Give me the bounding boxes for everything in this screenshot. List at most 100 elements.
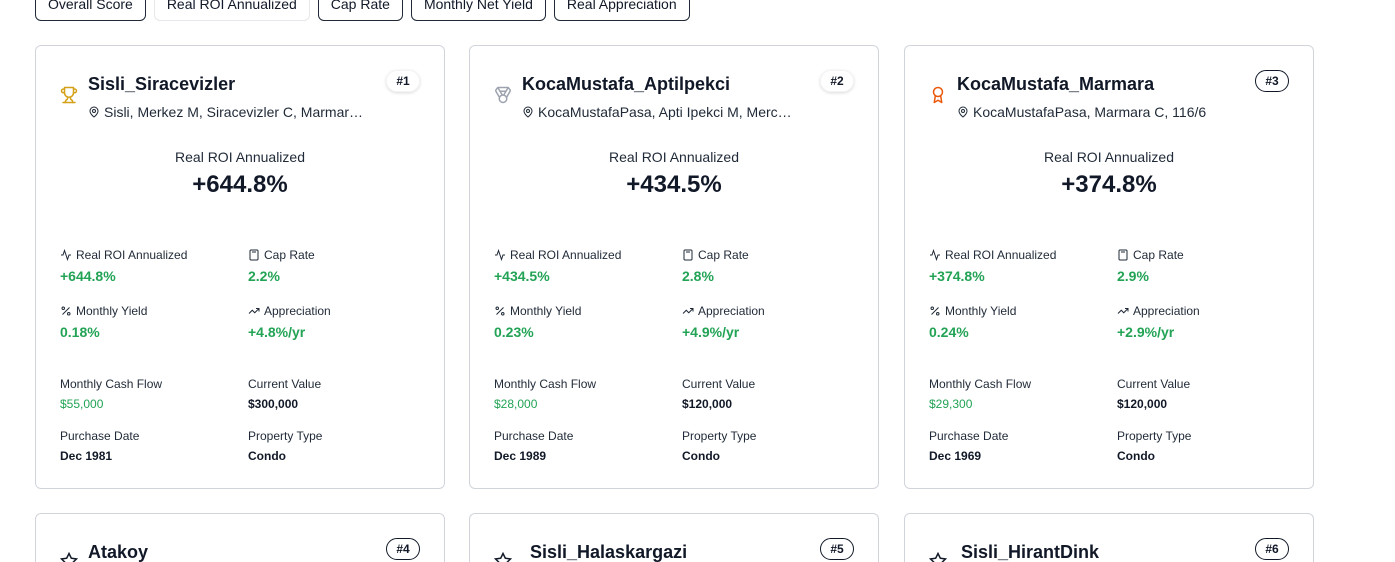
metric-cap-rate: Cap Rate 2.2% (248, 248, 315, 284)
info-value: $55,000 (60, 397, 104, 411)
info-value: Condo (1117, 449, 1155, 463)
hero-metric-value: +374.8% (1061, 171, 1157, 198)
property-name: KocaMustafa_Marmara (957, 74, 1155, 94)
info-cash-flow: Monthly Cash Flow $55,000 (60, 377, 162, 411)
activity-icon (495, 249, 505, 261)
percent-icon (495, 306, 505, 316)
calculator-icon (1118, 249, 1128, 261)
info-current-value: Current Value $300,000 (248, 377, 321, 411)
info-cash-flow: Monthly Cash Flow $28,000 (494, 377, 596, 411)
info-value: $120,000 (682, 397, 733, 411)
property-card[interactable]: #4 Atakoy (35, 513, 445, 562)
info-purchase-date: Purchase Date Dec 1969 (929, 429, 1008, 463)
trending-up-icon (1117, 308, 1129, 314)
property-card[interactable]: #1 Sisli_Siracevizler Sisli, Merkez M, S… (35, 45, 445, 489)
info-label: Monthly Cash Flow (494, 377, 597, 391)
hero-metric-label: Real ROI Annualized (609, 149, 739, 165)
address-text: KocaMustafaPasa, Marmara C, 116/6 (973, 104, 1207, 120)
metric-label: Real ROI Annualized (76, 248, 188, 262)
info-label: Purchase Date (494, 429, 574, 443)
info-label: Current Value (1117, 377, 1191, 391)
metric-appreciation: Appreciation +2.9%/yr (1117, 304, 1200, 340)
metric-label: Appreciation (1133, 304, 1200, 318)
metric-monthly-yield: Monthly Yield 0.23% (494, 304, 581, 340)
info-purchase-date: Purchase Date Dec 1989 (494, 429, 573, 463)
property-card[interactable]: #5 Sisli_Halaskargazi (469, 513, 879, 562)
info-value: Condo (248, 449, 286, 463)
info-value: $29,300 (929, 397, 973, 411)
metric-value: 0.18% (60, 324, 100, 340)
metric-label: Monthly Yield (76, 304, 148, 318)
rank-badge: #1 (386, 70, 420, 92)
info-label: Monthly Cash Flow (929, 377, 1032, 391)
award-icon (932, 86, 944, 104)
hero-metric-value: +644.8% (192, 171, 288, 198)
trending-up-icon (248, 308, 260, 314)
metric-roi: Real ROI Annualized +434.5% (494, 248, 621, 284)
info-property-type: Property Type Condo (682, 429, 756, 463)
info-label: Monthly Cash Flow (60, 377, 163, 391)
metric-value: +644.8% (60, 268, 116, 284)
rank-badge: #6 (1255, 538, 1289, 560)
activity-icon (930, 249, 940, 261)
metric-monthly-yield: Monthly Yield 0.18% (60, 304, 147, 340)
property-name: Atakoy (88, 542, 149, 562)
tab-real-roi-annualized[interactable]: Real ROI Annualized (153, 0, 310, 21)
info-purchase-date: Purchase Date Dec 1981 (60, 429, 139, 463)
tab-monthly-net-yield[interactable]: Monthly Net Yield (410, 0, 546, 21)
map-pin-icon (958, 106, 968, 118)
property-name: Sisli_HirantDink (961, 542, 1100, 562)
trophy-icon (60, 86, 78, 104)
info-value: Dec 1989 (494, 449, 547, 463)
metric-roi: Real ROI Annualized +374.8% (929, 248, 1056, 284)
metric-value: 0.24% (929, 324, 969, 340)
property-address: KocaMustafaPasa, Apti Ipekci M, Merc… (522, 104, 792, 120)
rank-badge: #2 (820, 70, 854, 92)
address-text: KocaMustafaPasa, Apti Ipekci M, Merc… (538, 104, 792, 120)
property-card[interactable]: #3 KocaMustafa_Marmara KocaMustafaPasa, … (904, 45, 1314, 489)
metric-label: Cap Rate (264, 248, 315, 262)
metric-value: 2.2% (248, 268, 280, 284)
property-card[interactable]: #6 Sisli_HirantDink (904, 513, 1314, 562)
info-label: Property Type (682, 429, 757, 443)
metric-value: 2.8% (682, 268, 714, 284)
property-address: KocaMustafaPasa, Marmara C, 116/6 (957, 104, 1206, 120)
calculator-icon (249, 249, 259, 261)
metric-value: 2.9% (1117, 268, 1149, 284)
property-card[interactable]: #2 KocaMustafa_Aptilpekci KocaMustafaPas… (469, 45, 879, 489)
rank-badge: #3 (1255, 70, 1289, 92)
rank-badge: #5 (820, 538, 854, 560)
metric-label: Real ROI Annualized (945, 248, 1057, 262)
property-address: Sisli, Merkez M, Siracevizler C, Marmar… (88, 104, 363, 120)
tab-overall-score[interactable]: Overall Score (35, 0, 146, 21)
tab-cap-rate[interactable]: Cap Rate (317, 0, 403, 21)
activity-icon (61, 249, 71, 261)
metric-value: +374.8% (929, 268, 985, 284)
rank-badge: #4 (386, 538, 420, 560)
metric-label: Cap Rate (698, 248, 749, 262)
info-value: $28,000 (494, 397, 538, 411)
property-name: Sisli_Halaskargazi (530, 542, 688, 562)
hero-metric-label: Real ROI Annualized (175, 149, 305, 165)
map-pin-icon (523, 106, 533, 118)
info-property-type: Property Type Condo (1117, 429, 1191, 463)
info-property-type: Property Type Condo (248, 429, 322, 463)
info-value: Dec 1981 (60, 449, 113, 463)
info-value: $120,000 (1117, 397, 1168, 411)
tab-real-appreciation[interactable]: Real Appreciation (553, 0, 690, 21)
property-name: KocaMustafa_Aptilpekci (522, 74, 731, 94)
percent-icon (61, 306, 71, 316)
metric-monthly-yield: Monthly Yield 0.24% (929, 304, 1016, 340)
info-value: $300,000 (248, 397, 299, 411)
metric-value: +4.9%/yr (682, 324, 740, 340)
map-pin-icon (89, 106, 99, 118)
trending-up-icon (682, 308, 694, 314)
star-icon (60, 552, 78, 562)
metric-value: +4.8%/yr (248, 324, 306, 340)
metric-cap-rate: Cap Rate 2.9% (1117, 248, 1184, 284)
info-current-value: Current Value $120,000 (682, 377, 755, 411)
info-value: Dec 1969 (929, 449, 982, 463)
info-label: Property Type (1117, 429, 1192, 443)
metric-appreciation: Appreciation +4.9%/yr (682, 304, 765, 340)
address-text: Sisli, Merkez M, Siracevizler C, Marmar… (104, 104, 364, 120)
